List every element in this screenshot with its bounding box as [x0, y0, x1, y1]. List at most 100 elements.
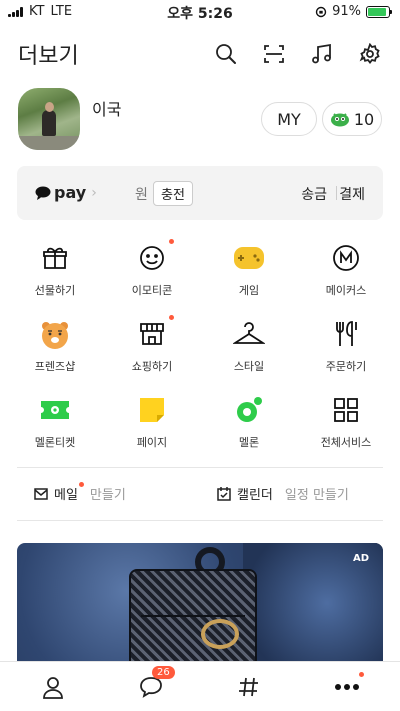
- grid-item-makers[interactable]: 메이커스: [306, 234, 386, 298]
- new-dot: [169, 239, 174, 244]
- profile-section: 이국 MY 10: [18, 88, 382, 152]
- grid-item-label: 멜론티켓: [34, 436, 76, 449]
- coin-button[interactable]: 10: [322, 102, 382, 136]
- friends-shop-icon: [39, 318, 71, 350]
- grid-row: 프렌즈샵 쇼핑하기 스타일 주문하기: [0, 310, 400, 380]
- header: 더보기: [18, 36, 382, 72]
- battery-icon: [366, 5, 392, 18]
- hash-icon: [239, 677, 258, 697]
- tab-view[interactable]: [234, 672, 264, 702]
- pay-logo[interactable]: pay ›: [35, 183, 97, 202]
- status-bar: KT LTE 오후 5:26 91%: [0, 0, 400, 24]
- grid-item-label: 멜론: [238, 436, 260, 449]
- all-services-icon: [330, 394, 362, 426]
- grid-item-order[interactable]: 주문하기: [306, 310, 386, 374]
- gamepad-icon: [233, 242, 265, 274]
- grid-item-melon[interactable]: 멜론: [209, 386, 289, 450]
- my-button[interactable]: MY: [261, 102, 317, 136]
- grid-item-game[interactable]: 게임: [209, 234, 289, 298]
- ad-image-flap: [141, 583, 245, 617]
- grid-item-label: 프렌즈샵: [34, 360, 76, 373]
- grid-item-melon-ticket[interactable]: 멜론티켓: [15, 386, 95, 450]
- chat-bubble-icon: [140, 677, 162, 698]
- new-dot: [359, 672, 364, 677]
- grid-row: 멜론티켓 페이지 멜론 전체서비스: [0, 386, 400, 456]
- status-right: 91%: [315, 4, 392, 19]
- mail-link[interactable]: 메일 만들기: [34, 482, 126, 503]
- pay-balance-currency: 원: [135, 187, 148, 203]
- grid-item-friends-shop[interactable]: 프렌즈샵: [15, 310, 95, 374]
- grid-row: 선물하기 이모티콘 게임 메이커스: [0, 234, 400, 304]
- charge-button[interactable]: 충전: [153, 181, 193, 206]
- grid-item-all-services[interactable]: 전체서비스: [306, 386, 386, 450]
- ad-image-clasp: [201, 619, 239, 649]
- calendar-create-link[interactable]: 일정 만들기: [285, 484, 349, 503]
- emoticon-icon: [136, 239, 174, 274]
- person-icon: [43, 677, 63, 699]
- send-money-button[interactable]: 송금: [301, 184, 327, 204]
- calendar-icon: [217, 486, 231, 501]
- grid-item-label: 페이지: [136, 436, 168, 449]
- pay-logo-text: pay: [54, 183, 87, 202]
- chat-count-badge: 26: [152, 666, 175, 679]
- mail-label: 메일: [54, 488, 78, 503]
- tab-bar: 26: [0, 661, 400, 711]
- payment-button[interactable]: 결제: [339, 184, 365, 204]
- more-dots-icon: [335, 684, 359, 690]
- makers-icon: [330, 242, 362, 274]
- shop-icon: [136, 315, 174, 350]
- avatar-person: [42, 110, 56, 136]
- grid-item-label: 메이커스: [325, 284, 367, 297]
- tab-more[interactable]: [332, 672, 364, 702]
- pay-bar: pay › 원 충전 송금 결제: [17, 166, 383, 220]
- header-actions: [214, 42, 382, 66]
- mail-create-link[interactable]: 만들기: [90, 484, 126, 503]
- battery-percent: 91%: [332, 4, 361, 19]
- grid-item-label: 게임: [238, 284, 260, 297]
- divider: [17, 520, 383, 521]
- grid-item-label: 쇼핑하기: [131, 360, 173, 373]
- quick-links: 메일 만들기 캘린더 일정 만들기: [34, 482, 366, 506]
- grid-item-page[interactable]: 페이지: [112, 386, 192, 450]
- fork-knife-icon: [330, 318, 362, 350]
- orientation-lock-icon: [315, 6, 327, 17]
- ad-label: AD: [352, 553, 369, 564]
- mail-icon: [34, 487, 48, 500]
- melon-icon: [233, 394, 265, 426]
- grid-item-emoticon[interactable]: 이모티콘: [112, 234, 192, 298]
- grid-item-label: 주문하기: [325, 360, 367, 373]
- hanger-icon: [233, 318, 265, 350]
- divider: [17, 467, 383, 468]
- gift-icon: [39, 242, 71, 274]
- tab-friends[interactable]: [38, 672, 68, 702]
- avatar[interactable]: [18, 88, 80, 150]
- grid-item-label: 전체서비스: [320, 436, 372, 449]
- page-icon: [136, 394, 168, 426]
- new-dot: [169, 315, 174, 320]
- grid-item-label: 이모티콘: [131, 284, 173, 297]
- speech-bubble-icon: [35, 186, 51, 200]
- mail-label-wrap: 메일: [54, 482, 84, 503]
- grid-item-shopping[interactable]: 쇼핑하기: [112, 310, 192, 374]
- coin-icon: [330, 113, 349, 127]
- tab-chats[interactable]: 26: [136, 666, 175, 702]
- avatar-head: [45, 102, 54, 112]
- grid-item-gift[interactable]: 선물하기: [15, 234, 95, 298]
- scan-icon[interactable]: [262, 42, 286, 66]
- calendar-label: 캘린더: [237, 488, 273, 503]
- grid-item-label: 선물하기: [34, 284, 76, 297]
- calendar-link[interactable]: 캘린더 일정 만들기: [217, 484, 349, 503]
- new-dot: [78, 482, 84, 487]
- avatar-ground: [18, 136, 80, 150]
- settings-icon[interactable]: [358, 42, 382, 66]
- grid-item-style[interactable]: 스타일: [209, 310, 289, 374]
- profile-name[interactable]: 이국: [92, 96, 121, 120]
- search-icon[interactable]: [214, 42, 238, 66]
- pay-divider: [336, 186, 337, 200]
- ticket-icon: [39, 394, 71, 426]
- music-icon[interactable]: [310, 42, 334, 66]
- chevron-right-icon: ›: [91, 184, 97, 201]
- grid-item-label: 스타일: [233, 360, 265, 373]
- coin-count: 10: [353, 109, 375, 129]
- ad-banner[interactable]: AD: [17, 543, 383, 663]
